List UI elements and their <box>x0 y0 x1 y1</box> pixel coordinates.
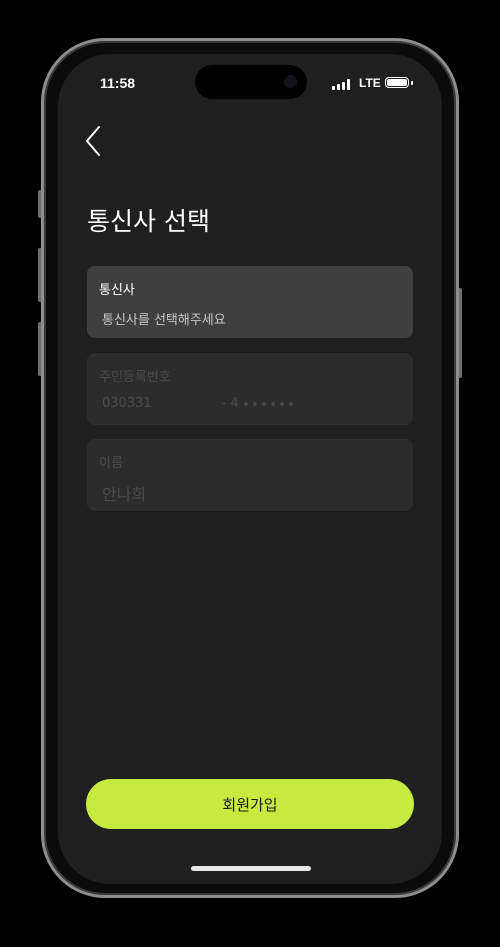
carrier-select[interactable]: 통신사 통신사를 선택해주세요 <box>87 266 413 338</box>
rrn-value: 030331 - 4 <box>102 396 401 411</box>
name-label: 이름 <box>99 456 123 471</box>
name-field[interactable]: 이름 안나희 <box>87 439 413 511</box>
chevron-left-icon <box>86 126 100 156</box>
network-type: LTE <box>359 76 381 90</box>
rrn-mask-dots <box>243 401 293 406</box>
signal-icon <box>332 79 350 90</box>
battery-icon <box>385 77 409 88</box>
rrn-front: 030331 <box>102 396 152 411</box>
carrier-placeholder: 통신사를 선택해주세요 <box>102 313 226 328</box>
home-indicator <box>191 866 311 871</box>
rrn-label: 주민등록번호 <box>99 370 171 385</box>
dynamic-island <box>195 65 307 99</box>
name-value: 안나희 <box>102 485 147 504</box>
signup-button[interactable]: 회원가입 <box>86 779 414 829</box>
rrn-back-digit: 4 <box>230 396 239 411</box>
rrn-field[interactable]: 주민등록번호 030331 - 4 <box>87 353 413 425</box>
rrn-dash: - <box>221 396 227 411</box>
carrier-label: 통신사 <box>99 283 135 298</box>
status-time: 11:58 <box>100 75 136 91</box>
back-button[interactable] <box>80 122 108 160</box>
camera-icon <box>284 75 297 88</box>
battery-cap <box>411 81 413 85</box>
app-screen: 11:58 LTE 통신사 선택 통신사 통신사를 선택해주세요 주민등록번호 … <box>58 54 442 884</box>
page-title: 통신사 선택 <box>87 207 210 236</box>
